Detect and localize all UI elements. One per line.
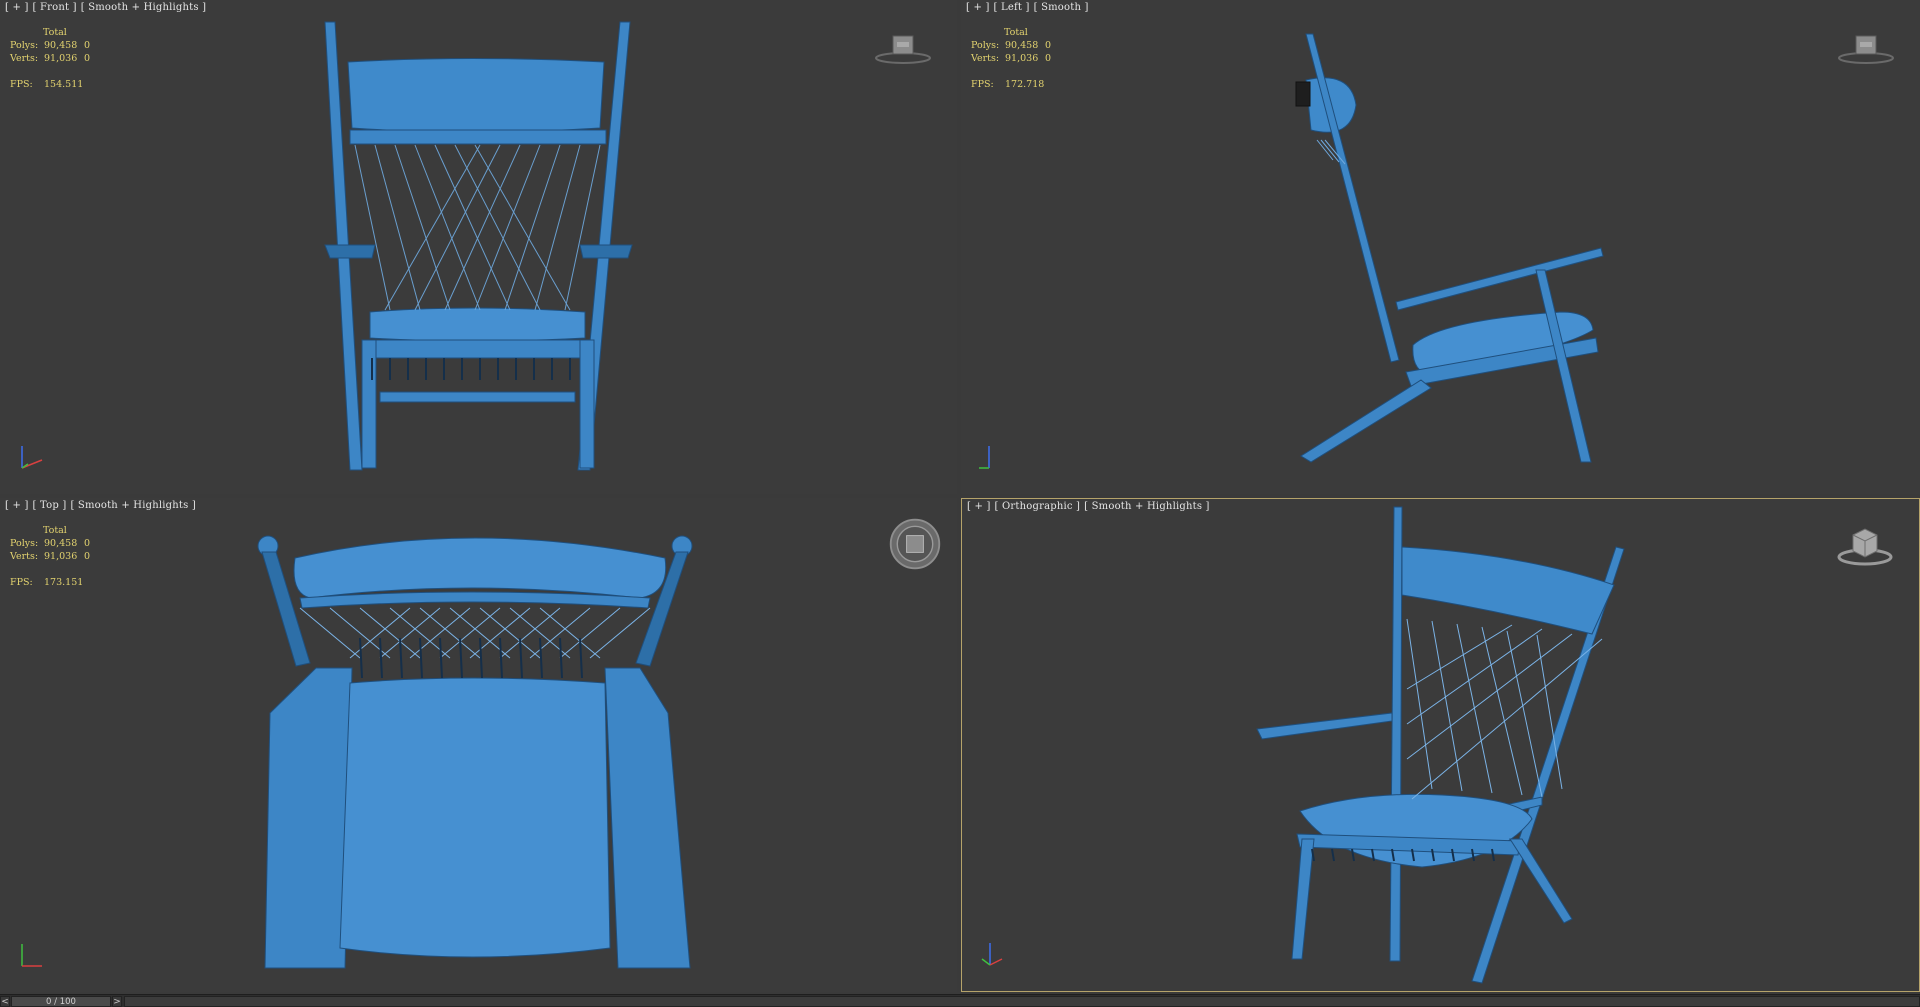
axis-tripod-icon (21, 446, 43, 469)
timeline-next-button[interactable]: > (112, 996, 122, 1007)
max-viewport-layout: [ + ][ Front ][ Smooth + Highlights ] To… (0, 0, 1920, 1007)
viewport-front[interactable]: [ + ][ Front ][ Smooth + Highlights ] To… (0, 0, 957, 494)
axis-tripod-icon (981, 943, 1003, 966)
timeline-bar: < 0 / 100 > (0, 994, 1920, 1007)
viewport-orthographic[interactable]: [ + ][ Orthographic ][ Smooth + Highligh… (961, 498, 1920, 992)
viewport-top[interactable]: [ + ][ Top ][ Smooth + Highlights ] Tota… (0, 498, 957, 992)
axis-tripod-icon (21, 944, 42, 967)
axis-tripod-icon (979, 446, 990, 469)
chair-model-orthographic (1256, 506, 1625, 984)
chair-model-left (1295, 33, 1604, 463)
timeline-prev-button[interactable]: < (0, 996, 10, 1007)
chair-model-front (324, 21, 633, 471)
timeline-track[interactable] (124, 996, 1920, 1007)
viewport-left[interactable]: [ + ][ Left ][ Smooth ] Total Polys: 90,4… (961, 0, 1920, 494)
chair-model-top (257, 535, 693, 969)
time-slider[interactable]: 0 / 100 (11, 996, 111, 1007)
